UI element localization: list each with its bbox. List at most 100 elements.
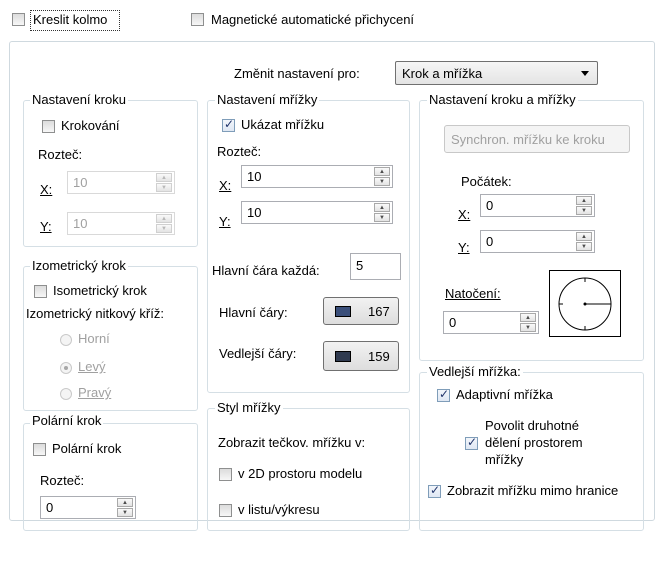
model-space-checkbox[interactable] — [219, 468, 232, 481]
stepping-label[interactable]: Krokování — [61, 118, 120, 133]
radio-top-label[interactable]: Horní — [78, 331, 110, 346]
allow-subdivision-line3[interactable]: mřížky — [485, 452, 523, 467]
beyond-limits-checkbox[interactable]: ✓ — [428, 483, 441, 498]
step-x-value: 10 — [73, 175, 88, 190]
major-every-input[interactable]: 5 — [350, 253, 401, 280]
spin-up-icon[interactable]: ▲ — [156, 214, 172, 223]
check-icon: ✓ — [430, 483, 441, 497]
grid-settings-title: Nastavení mřížky — [215, 92, 320, 107]
isometric-title: Izometrický krok — [30, 258, 128, 273]
origin-y-spinner[interactable]: 0 ▲ ▼ — [480, 230, 595, 253]
grid-style-title: Styl mřížky — [215, 400, 283, 415]
draw-orthogonal-checkbox[interactable] — [12, 13, 25, 26]
polar-spacing-value: 0 — [46, 500, 54, 515]
polar-spacing-label: Rozteč: — [40, 473, 85, 488]
magnetic-snap-label[interactable]: Magnetické automatické přichycení — [211, 12, 414, 27]
color-swatch — [335, 306, 351, 317]
change-settings-dropdown[interactable]: Krok a mřížka — [395, 61, 598, 85]
rotation-spinner[interactable]: 0 ▲ ▼ — [443, 311, 539, 334]
compass-dial-icon — [558, 277, 612, 331]
polar-step-label[interactable]: Polární krok — [52, 441, 121, 456]
radio-right[interactable] — [60, 388, 72, 400]
step-y-label: Y: — [40, 219, 52, 234]
model-space-label[interactable]: v 2D prostoru modelu — [238, 466, 362, 481]
spin-up-icon[interactable]: ▲ — [520, 313, 536, 322]
show-grid-checkbox[interactable]: ✓ — [222, 117, 235, 132]
stepping-checkbox[interactable] — [42, 120, 55, 133]
polar-title: Polární krok — [30, 413, 104, 428]
spin-down-icon[interactable]: ▼ — [576, 206, 592, 215]
rotation-label: Natočení: — [445, 286, 501, 301]
magnetic-snap-checkbox[interactable] — [191, 13, 204, 26]
step-grid-title: Nastavení kroku a mřížky — [427, 92, 578, 107]
spin-up-icon[interactable]: ▲ — [374, 167, 390, 176]
origin-y-label: Y: — [458, 240, 470, 255]
grid-x-spinner[interactable]: 10 ▲ ▼ — [241, 165, 393, 188]
color-swatch — [335, 351, 351, 362]
allow-subdivision-checkbox[interactable]: ✓ — [465, 435, 478, 450]
change-settings-value: Krok a mřížka — [402, 66, 483, 81]
polar-step-checkbox[interactable] — [33, 443, 46, 456]
step-y-value: 10 — [73, 216, 88, 231]
radio-top[interactable] — [60, 334, 72, 346]
adaptive-grid-label[interactable]: Adaptivní mřížka — [456, 387, 553, 402]
spin-down-icon[interactable]: ▼ — [374, 213, 390, 222]
major-every-value: 5 — [356, 258, 364, 273]
paper-space-label[interactable]: v listu/výkresu — [238, 502, 320, 517]
minor-lines-color-button[interactable]: 159 — [323, 341, 399, 371]
spin-up-icon[interactable]: ▲ — [576, 196, 592, 205]
step-y-spinner[interactable]: 10 ▲ ▼ — [67, 212, 175, 235]
spin-down-icon[interactable]: ▼ — [374, 177, 390, 186]
polar-spacing-spinner[interactable]: 0 ▲ ▼ — [40, 496, 136, 519]
grid-y-label: Y: — [219, 214, 231, 229]
show-grid-label[interactable]: Ukázat mřížku — [241, 117, 324, 132]
radio-left-label[interactable]: Levý — [78, 359, 105, 374]
change-settings-label: Změnit nastavení pro: — [234, 66, 360, 81]
dotted-grid-label: Zobrazit tečkov. mřížku v: — [218, 435, 366, 450]
grid-y-value: 10 — [247, 205, 262, 220]
check-icon: ✓ — [439, 387, 450, 401]
chevron-down-icon — [581, 71, 589, 76]
check-icon: ✓ — [224, 117, 235, 131]
spin-down-icon[interactable]: ▼ — [520, 323, 536, 332]
radio-left[interactable] — [60, 362, 72, 374]
grid-x-value: 10 — [247, 169, 262, 184]
spin-down-icon[interactable]: ▼ — [156, 224, 172, 233]
major-lines-value: 167 — [368, 304, 390, 319]
spin-down-icon[interactable]: ▼ — [156, 183, 172, 192]
major-lines-color-button[interactable]: 167 — [323, 297, 399, 325]
origin-x-label: X: — [458, 207, 471, 222]
radio-right-label[interactable]: Pravý — [78, 385, 111, 400]
sync-grid-button[interactable]: Synchron. mřížku ke kroku — [444, 125, 630, 153]
origin-label: Počátek: — [461, 174, 512, 189]
paper-space-checkbox[interactable] — [219, 504, 232, 517]
adaptive-grid-checkbox[interactable]: ✓ — [437, 387, 450, 402]
origin-x-spinner[interactable]: 0 ▲ ▼ — [480, 194, 595, 217]
grid-spacing-label: Rozteč: — [217, 144, 262, 159]
spin-up-icon[interactable]: ▲ — [374, 203, 390, 212]
spin-up-icon[interactable]: ▲ — [156, 173, 172, 182]
isometric-crosshair-label: Izometrický nitkový kříž: — [26, 306, 164, 321]
spin-down-icon[interactable]: ▼ — [576, 242, 592, 251]
origin-x-value: 0 — [486, 198, 494, 213]
origin-y-value: 0 — [486, 234, 494, 249]
beyond-limits-label[interactable]: Zobrazit mřížku mimo hranice — [447, 483, 618, 498]
step-settings-title: Nastavení kroku — [30, 92, 128, 107]
draw-orthogonal-label[interactable]: Kreslit kolmo — [33, 12, 107, 27]
minor-lines-label: Vedlejší čáry: — [219, 346, 297, 361]
isometric-step-label[interactable]: Isometrický krok — [53, 283, 147, 298]
subgrid-title: Vedlejší mřížka: — [427, 364, 523, 379]
rotation-compass[interactable] — [549, 270, 621, 337]
spin-down-icon[interactable]: ▼ — [117, 508, 133, 517]
allow-subdivision-line1[interactable]: Povolit druhotné — [485, 418, 579, 433]
step-spacing-label: Rozteč: — [38, 147, 83, 162]
isometric-step-checkbox[interactable] — [34, 285, 47, 298]
grid-y-spinner[interactable]: 10 ▲ ▼ — [241, 201, 393, 224]
step-x-spinner[interactable]: 10 ▲ ▼ — [67, 171, 175, 194]
grid-x-label: X: — [219, 178, 232, 193]
spin-up-icon[interactable]: ▲ — [576, 232, 592, 241]
rotation-value: 0 — [449, 315, 457, 330]
allow-subdivision-line2[interactable]: dělení prostorem — [485, 435, 583, 450]
sync-grid-label: Synchron. mřížku ke kroku — [451, 132, 605, 147]
spin-up-icon[interactable]: ▲ — [117, 498, 133, 507]
